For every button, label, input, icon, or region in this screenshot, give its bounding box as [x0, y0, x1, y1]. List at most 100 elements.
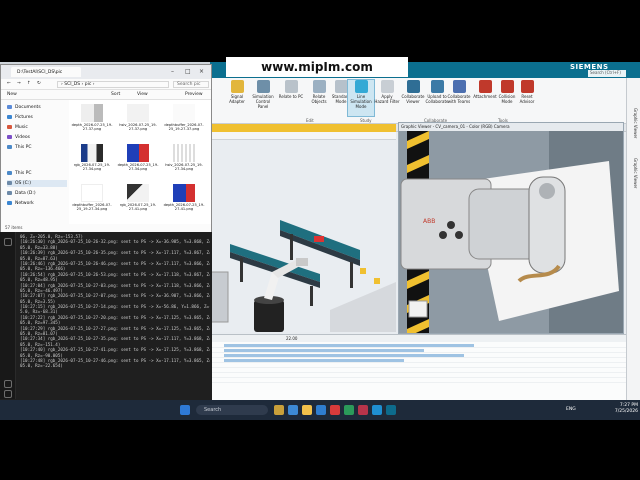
- file-thumbnail: [173, 144, 195, 162]
- signal-adapter-button[interactable]: Signal Adapter: [224, 80, 250, 116]
- videos-icon: [7, 135, 12, 139]
- file-thumbnail: [127, 184, 149, 202]
- simulation-toolbar[interactable]: [210, 124, 396, 132]
- file-thumbnail: [81, 144, 103, 162]
- timeline-controls[interactable]: 22.00: [210, 335, 626, 342]
- back-icon[interactable]: ←: [7, 81, 11, 86]
- screen: SIEMENS Search (Ctrl+F) Signal Adapter S…: [0, 0, 640, 480]
- file-item[interactable]: depthbuffer_2026-07-25_19-27-34.png: [71, 184, 113, 222]
- gear-icon[interactable]: [4, 390, 12, 398]
- group-study: Study: [360, 118, 372, 123]
- file-item[interactable]: depthbuffer_2026-07-25_19-27-37.png: [163, 104, 205, 142]
- timeline-value: 22.00: [286, 336, 298, 341]
- address-input[interactable]: › SCI_DS › pic ›: [57, 81, 169, 88]
- file-item[interactable]: rgb_2026-07-25_19-27-34.png: [71, 144, 113, 182]
- simulation-control-panel-button[interactable]: Simulation Control Panel: [250, 80, 276, 116]
- explorer-tab[interactable]: D:\TestAI\SCI_DS\pic: [11, 67, 81, 77]
- timeline-bar: [224, 344, 474, 347]
- collaborate-viewer-button[interactable]: Collaborate Viewer: [400, 80, 426, 116]
- language-indicator[interactable]: ENG: [566, 407, 576, 412]
- nav-os-c[interactable]: OS (C:): [7, 180, 67, 187]
- close-icon[interactable]: ×: [199, 68, 204, 75]
- file-item[interactable]: depth_2026-07-25_19-27-34.png: [117, 144, 159, 182]
- nav-videos[interactable]: Videos: [7, 134, 67, 141]
- sort-button[interactable]: Sort: [111, 92, 120, 97]
- file-item[interactable]: depth_2026-07-25_19-27-37.png: [71, 104, 113, 142]
- new-button[interactable]: New: [7, 92, 17, 97]
- file-thumbnail: [81, 104, 103, 122]
- red-part: [314, 236, 324, 242]
- line-simulation-mode-button[interactable]: Line Simulation Mode: [347, 79, 375, 117]
- side-tab-2[interactable]: Graphic Viewer: [629, 158, 638, 188]
- preview-button[interactable]: Preview: [185, 92, 203, 97]
- apply-hazard-filter-button[interactable]: Apply Hazard Filter: [374, 80, 400, 116]
- clock[interactable]: 7:27 PM 7/25/2026: [606, 403, 638, 415]
- nav-network[interactable]: Network: [7, 200, 67, 207]
- nav-documents[interactable]: Documents: [7, 104, 67, 111]
- nav-music[interactable]: Music: [7, 124, 67, 131]
- letterbox-top: [0, 0, 640, 56]
- graphic-viewer-title: Graphic Viewer - CV_camera_01 - Color (R…: [399, 123, 623, 131]
- graphic-viewer[interactable]: Graphic Viewer - CV_camera_01 - Color (R…: [398, 122, 624, 334]
- terminal-activity-bar: [0, 230, 16, 406]
- terminal-output: 06, Z=-205.0, Rz=-153.57) [10:26:30] rgb…: [20, 234, 210, 369]
- file-item[interactable]: depth_2026-07-25_19-27-41.png: [163, 184, 205, 222]
- refresh-icon[interactable]: ↻: [37, 81, 41, 86]
- nav-pictures[interactable]: Pictures: [7, 114, 67, 121]
- relate-to-pc-button[interactable]: Relate to PC: [278, 80, 304, 116]
- attachment-icon: [478, 80, 492, 93]
- explorer-status-bar: 57 items: [1, 224, 211, 232]
- viewport-toolbar[interactable]: [210, 132, 396, 140]
- nav-this-pc-quick[interactable]: This PC: [7, 144, 67, 151]
- control-panel-icon: [256, 80, 270, 93]
- explorer-icon[interactable]: [4, 238, 12, 246]
- side-tab-1[interactable]: Graphic Viewer: [629, 108, 638, 138]
- mode-icon: [334, 80, 348, 93]
- taskbar-search[interactable]: Search: [196, 405, 268, 415]
- relate-icon: [284, 80, 298, 93]
- excel-icon[interactable]: [344, 405, 354, 415]
- taskview-icon[interactable]: [274, 405, 284, 415]
- sequence-timeline[interactable]: 22.00: [210, 334, 626, 405]
- search-input[interactable]: Search pic: [173, 81, 209, 88]
- nx-icon[interactable]: [386, 405, 396, 415]
- file-explorer-window[interactable]: D:\TestAI\SCI_DS\pic – □ × ← → ↑ ↻ › SCI…: [0, 64, 212, 232]
- right-side-panel: Graphic Viewer Graphic Viewer: [626, 78, 640, 405]
- file-item[interactable]: hsiv_2026-07-25_19-27-37.png: [117, 104, 159, 142]
- edge-icon[interactable]: [288, 405, 298, 415]
- file-item[interactable]: hsiv_2026-07-25_19-27-34.png: [163, 144, 205, 182]
- nav-data-d[interactable]: Data (D:): [7, 190, 67, 197]
- pc-icon: [7, 171, 12, 175]
- chrome-icon[interactable]: [330, 405, 340, 415]
- powerpoint-icon[interactable]: [358, 405, 368, 415]
- reset-advisor-button[interactable]: Reset Advisor: [514, 80, 540, 116]
- minimize-icon[interactable]: –: [171, 68, 174, 75]
- nav-this-pc[interactable]: This PC: [7, 170, 67, 177]
- view-button[interactable]: View: [137, 92, 148, 97]
- forward-icon[interactable]: →: [17, 81, 21, 86]
- signal-icon: [230, 80, 244, 93]
- mail-icon[interactable]: [316, 405, 326, 415]
- explorer-address-bar: ← → ↑ ↻ › SCI_DS › pic › Search pic: [1, 79, 211, 90]
- file-item[interactable]: rgb_2026-07-25_19-27-41.png: [117, 184, 159, 222]
- account-icon[interactable]: [4, 380, 12, 388]
- collaborate-teams-button[interactable]: Collaborate with Teams: [446, 80, 472, 116]
- drive-icon: [7, 181, 12, 185]
- pc-icon: [7, 145, 12, 149]
- music-icon: [7, 125, 12, 129]
- timeline-bar: [224, 354, 464, 357]
- explorer-title-bar: D:\TestAI\SCI_DS\pic – □ ×: [1, 65, 211, 79]
- documents-icon: [7, 105, 12, 109]
- maximize-icon[interactable]: □: [185, 68, 191, 75]
- pictures-icon: [7, 115, 12, 119]
- upload-icon: [430, 80, 444, 93]
- letterbox-bottom: [0, 420, 640, 480]
- folder-icon[interactable]: [302, 405, 312, 415]
- vscode-icon[interactable]: [372, 405, 382, 415]
- terminal-window[interactable]: 06, Z=-205.0, Rz=-153.57) [10:26:30] rgb…: [0, 230, 212, 406]
- group-edit: Edit: [306, 118, 314, 123]
- start-icon[interactable]: [180, 405, 190, 415]
- up-icon[interactable]: ↑: [27, 81, 31, 86]
- nx-search-input[interactable]: Search (Ctrl+F): [588, 70, 626, 77]
- 3d-viewport[interactable]: [210, 132, 396, 332]
